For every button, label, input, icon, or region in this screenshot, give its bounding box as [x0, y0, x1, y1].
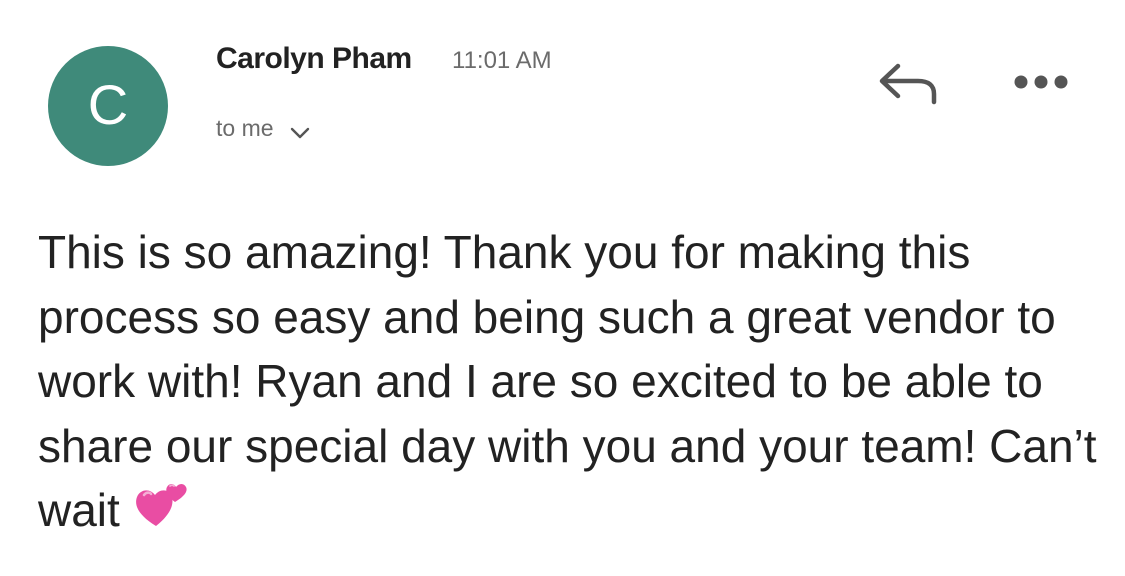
- reply-icon[interactable]: [876, 58, 940, 108]
- sender-name[interactable]: Carolyn Pham: [216, 42, 412, 76]
- two-hearts-emoji: [135, 484, 187, 526]
- avatar-initial: C: [87, 73, 129, 136]
- recipient-details-toggle[interactable]: to me: [216, 115, 310, 142]
- more-horizontal-icon[interactable]: [1012, 68, 1070, 96]
- recipient-label: to me: [216, 115, 274, 141]
- chevron-down-icon: [290, 127, 309, 138]
- message-text: This is so amazing! Thank you for making…: [38, 226, 1097, 536]
- avatar[interactable]: C: [48, 46, 168, 166]
- sent-time: 11:01 AM: [452, 47, 552, 74]
- message-body: This is so amazing! Thank you for making…: [38, 220, 1108, 543]
